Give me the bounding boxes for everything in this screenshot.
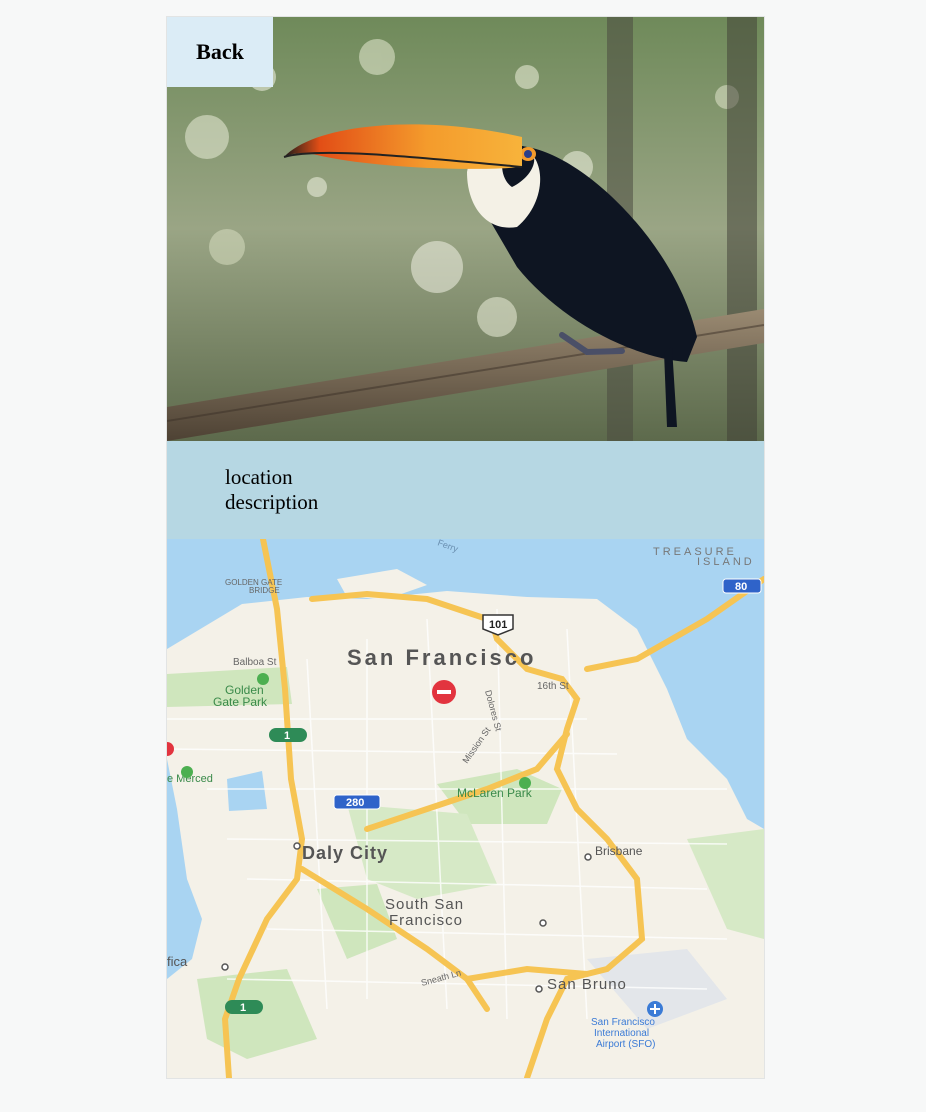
city-dot	[221, 963, 229, 971]
highway-1-shield-south: 1	[225, 1000, 263, 1014]
svg-text:80: 80	[735, 581, 747, 593]
svg-text:101: 101	[489, 619, 507, 631]
label-ggb-2: BRIDGE	[249, 586, 280, 595]
svg-text:1: 1	[240, 1002, 246, 1014]
airplane-icon	[647, 1001, 663, 1017]
label-ggp-2: Gate Park	[213, 695, 268, 709]
label-san-francisco: San Francisco	[347, 645, 536, 670]
location-pin[interactable]	[432, 680, 456, 704]
park-pin-icon	[257, 673, 269, 685]
highway-280-shield: 280	[333, 794, 381, 810]
label-south-sf-1: South San	[385, 896, 464, 913]
city-dot	[535, 985, 543, 993]
app-screen: Back location description San Francisco …	[167, 17, 764, 1078]
label-mclaren: McLaren Park	[457, 786, 533, 800]
city-dot	[539, 919, 547, 927]
label-treasure-2: ISLAND	[697, 556, 755, 568]
highway-80-shield: 80	[722, 578, 762, 594]
label-south-sf-2: Francisco	[389, 912, 463, 929]
svg-text:1: 1	[284, 730, 290, 742]
label-sfo-3: Airport (SFO)	[596, 1039, 655, 1050]
label-san-bruno: San Bruno	[547, 976, 627, 993]
location-map[interactable]: San Francisco Daly City South San Franci…	[167, 539, 764, 1078]
label-pacifica: fica	[167, 954, 188, 969]
svg-text:280: 280	[346, 797, 364, 809]
back-button[interactable]: Back	[167, 17, 273, 87]
label-sfo-2: International	[594, 1028, 649, 1039]
park-pin-icon	[519, 777, 531, 789]
label-balboa: Balboa St	[233, 657, 277, 668]
location-description: location description	[225, 465, 319, 514]
city-dot	[584, 853, 592, 861]
label-16th: 16th St	[537, 681, 569, 692]
label-brisbane: Brisbane	[595, 844, 643, 858]
label-sfo-1: San Francisco	[591, 1017, 655, 1028]
label-daly-city: Daly City	[302, 843, 388, 863]
city-dot	[293, 842, 301, 850]
location-description-panel: location description	[167, 441, 764, 539]
park-pin-icon	[181, 766, 193, 778]
highway-1-shield-north: 1	[269, 728, 307, 742]
